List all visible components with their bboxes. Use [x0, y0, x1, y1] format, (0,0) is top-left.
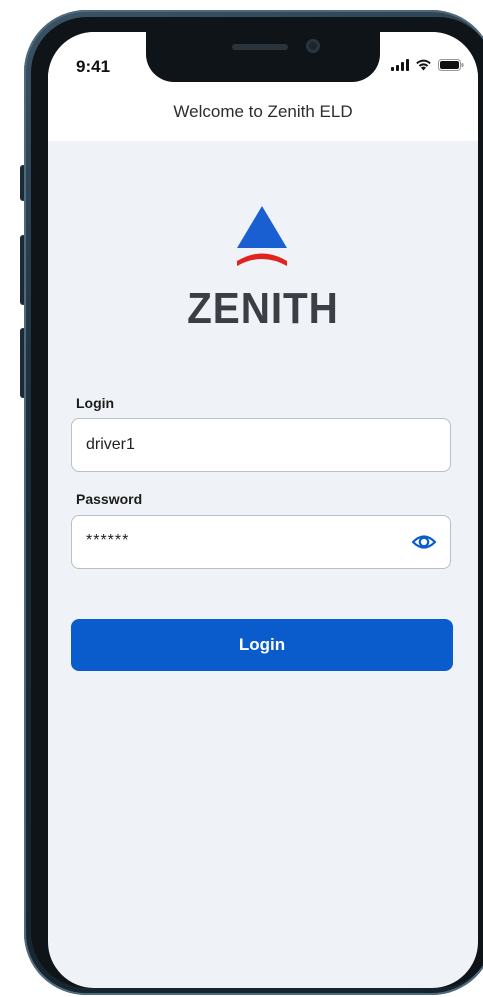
password-label: Password	[76, 491, 143, 507]
screen-title: Welcome to Zenith ELD	[173, 102, 353, 121]
status-time: 9:41	[76, 57, 111, 76]
login-input[interactable]: driver1	[71, 418, 451, 472]
device-mockup: 9:41 Welcome to Zenith ELD ZENITH Login …	[0, 0, 483, 997]
login-button[interactable]: Login	[71, 619, 453, 671]
status-icons	[391, 59, 464, 71]
login-input-value: driver1	[86, 436, 135, 453]
notch	[146, 32, 380, 82]
zenith-logo-icon	[230, 204, 294, 275]
logo-wordmark: ZENITH	[187, 284, 339, 333]
password-input[interactable]: ******	[71, 515, 451, 569]
wifi-icon	[415, 59, 432, 71]
eye-icon[interactable]	[411, 530, 437, 554]
battery-icon	[438, 59, 464, 71]
front-camera	[306, 39, 320, 53]
login-label: Login	[76, 395, 115, 411]
password-input-value: ******	[86, 532, 130, 549]
signal-icon	[391, 59, 409, 71]
phone-screen: 9:41 Welcome to Zenith ELD ZENITH Login …	[48, 32, 478, 988]
speaker-grille	[232, 44, 288, 50]
